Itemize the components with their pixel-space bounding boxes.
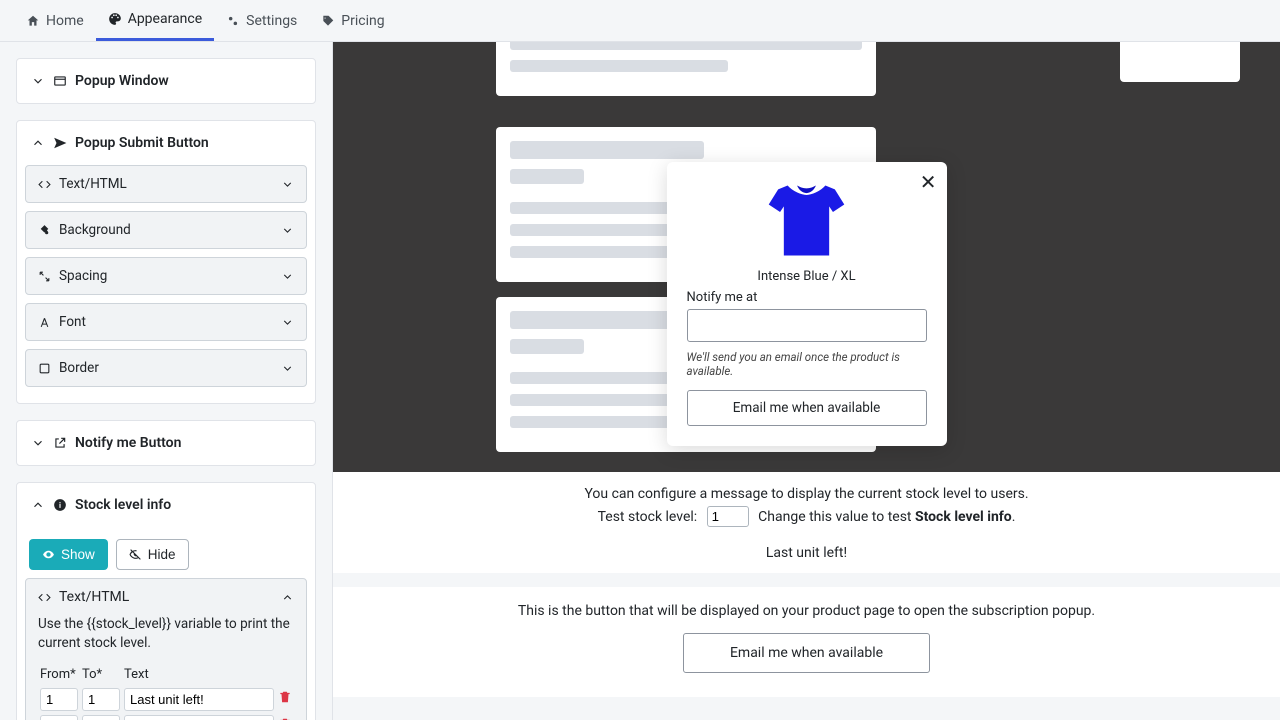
nav-appearance[interactable]: Appearance	[96, 0, 214, 41]
window-icon	[53, 74, 67, 88]
chevron-down-icon	[281, 270, 294, 283]
accordion-texthtml-label: Text/HTML	[59, 176, 127, 192]
nav-settings-label: Settings	[246, 13, 297, 29]
accordion-font[interactable]: Font	[25, 303, 307, 341]
code-icon	[38, 178, 51, 191]
stock-config-info: You can configure a message to display t…	[333, 472, 1280, 573]
test-label: Test stock level:	[598, 509, 698, 525]
stock-level-header[interactable]: Stock level info	[17, 483, 315, 527]
accordion-background[interactable]: Background	[25, 211, 307, 249]
popup-window-title: Popup Window	[75, 73, 169, 89]
palette-icon	[108, 12, 122, 26]
gears-icon	[226, 14, 240, 28]
chevron-down-icon	[281, 362, 294, 375]
accordion-font-label: Font	[59, 314, 86, 330]
accordion-background-label: Background	[59, 222, 131, 238]
texthtml-panel-header[interactable]: Text/HTML	[26, 579, 306, 615]
trash-icon[interactable]	[278, 690, 292, 704]
nav-home-label: Home	[46, 13, 84, 29]
preview-pane: ✕ Intense Blue / XL Notify me at We'll s…	[333, 42, 1280, 472]
nav-appearance-label: Appearance	[128, 11, 202, 27]
popup-window-header[interactable]: Popup Window	[17, 59, 315, 103]
popup-submit-button[interactable]: Email me when available	[687, 390, 927, 426]
top-nav: Home Appearance Settings Pricing	[0, 0, 1280, 42]
stock-hint: Use the {{stock_level}} variable to prin…	[38, 615, 294, 653]
email-input[interactable]	[687, 309, 927, 342]
section-notify-button: Notify me Button	[16, 420, 316, 466]
close-icon[interactable]: ✕	[920, 170, 937, 194]
chevron-up-icon	[31, 136, 45, 150]
section-popup-submit: Popup Submit Button Text/HTML Background	[16, 120, 316, 404]
font-icon	[38, 316, 51, 329]
to-input[interactable]	[82, 688, 120, 711]
col-to: To*	[80, 663, 122, 686]
stock-level-title: Stock level info	[75, 497, 171, 513]
from-input[interactable]	[40, 715, 78, 720]
from-input[interactable]	[40, 688, 78, 711]
table-row	[38, 713, 294, 720]
button-section-msg: This is the button that will be displaye…	[353, 603, 1260, 619]
texthtml-panel: Text/HTML Use the {{stock_level}} variab…	[25, 578, 307, 720]
info-icon	[53, 498, 67, 512]
nav-pricing-label: Pricing	[341, 13, 384, 29]
notify-button-header[interactable]: Notify me Button	[17, 421, 315, 465]
code-icon	[38, 591, 51, 604]
text-input[interactable]	[124, 688, 274, 711]
popup-note: We'll send you an email once the product…	[687, 350, 927, 378]
accordion-spacing[interactable]: Spacing	[25, 257, 307, 295]
nav-home[interactable]: Home	[14, 0, 96, 41]
chevron-down-icon	[281, 316, 294, 329]
col-text: Text	[122, 663, 276, 686]
fill-icon	[38, 224, 51, 237]
send-icon	[53, 136, 67, 150]
col-from: From*	[38, 663, 80, 686]
text-input[interactable]	[124, 715, 274, 720]
nav-pricing[interactable]: Pricing	[309, 0, 396, 41]
product-image	[759, 178, 854, 263]
texthtml-panel-title: Text/HTML	[59, 589, 129, 605]
table-row	[38, 686, 294, 713]
test-stock-input[interactable]	[707, 506, 749, 527]
section-popup-window: Popup Window	[16, 58, 316, 104]
stock-table: From* To* Text	[38, 663, 294, 720]
chevron-down-icon	[31, 436, 45, 450]
popup-submit-header[interactable]: Popup Submit Button	[17, 121, 315, 165]
border-icon	[38, 362, 51, 375]
button-section: This is the button that will be displaye…	[333, 587, 1280, 697]
popup-label: Notify me at	[687, 290, 927, 305]
notify-button-title: Notify me Button	[75, 435, 181, 451]
accordion-texthtml[interactable]: Text/HTML	[25, 165, 307, 203]
hide-button[interactable]: Hide	[116, 539, 189, 570]
popup-submit-title: Popup Submit Button	[75, 135, 209, 151]
show-button[interactable]: Show	[29, 539, 108, 570]
tag-icon	[321, 14, 335, 28]
eye-off-icon	[129, 548, 142, 561]
chevron-down-icon	[281, 178, 294, 191]
chevron-up-icon	[31, 498, 45, 512]
notify-me-button-preview[interactable]: Email me when available	[683, 633, 930, 673]
main-area: ✕ Intense Blue / XL Notify me at We'll s…	[333, 42, 1280, 720]
sidebar: Popup Window Popup Submit Button Text/HT…	[0, 42, 333, 720]
config-message: You can configure a message to display t…	[353, 486, 1260, 502]
to-input[interactable]	[82, 715, 120, 720]
section-stock-level: Stock level info Show Hide Text/HTML	[16, 482, 316, 720]
home-icon	[26, 14, 40, 28]
chevron-down-icon	[281, 224, 294, 237]
show-label: Show	[61, 547, 95, 562]
popup-variant: Intense Blue / XL	[687, 269, 927, 284]
change-hint: Change this value to test	[758, 509, 915, 525]
stock-result: Last unit left!	[353, 545, 1260, 561]
chevron-down-icon	[31, 74, 45, 88]
external-icon	[53, 436, 67, 450]
change-hint-bold: Stock level info	[915, 509, 1012, 525]
hide-label: Hide	[148, 547, 176, 562]
chevron-up-icon	[281, 591, 294, 604]
accordion-border-label: Border	[59, 360, 99, 376]
eye-icon	[42, 548, 55, 561]
notify-popup: ✕ Intense Blue / XL Notify me at We'll s…	[667, 162, 947, 446]
spacing-icon	[38, 270, 51, 283]
accordion-spacing-label: Spacing	[59, 268, 107, 284]
nav-settings[interactable]: Settings	[214, 0, 309, 41]
accordion-border[interactable]: Border	[25, 349, 307, 387]
